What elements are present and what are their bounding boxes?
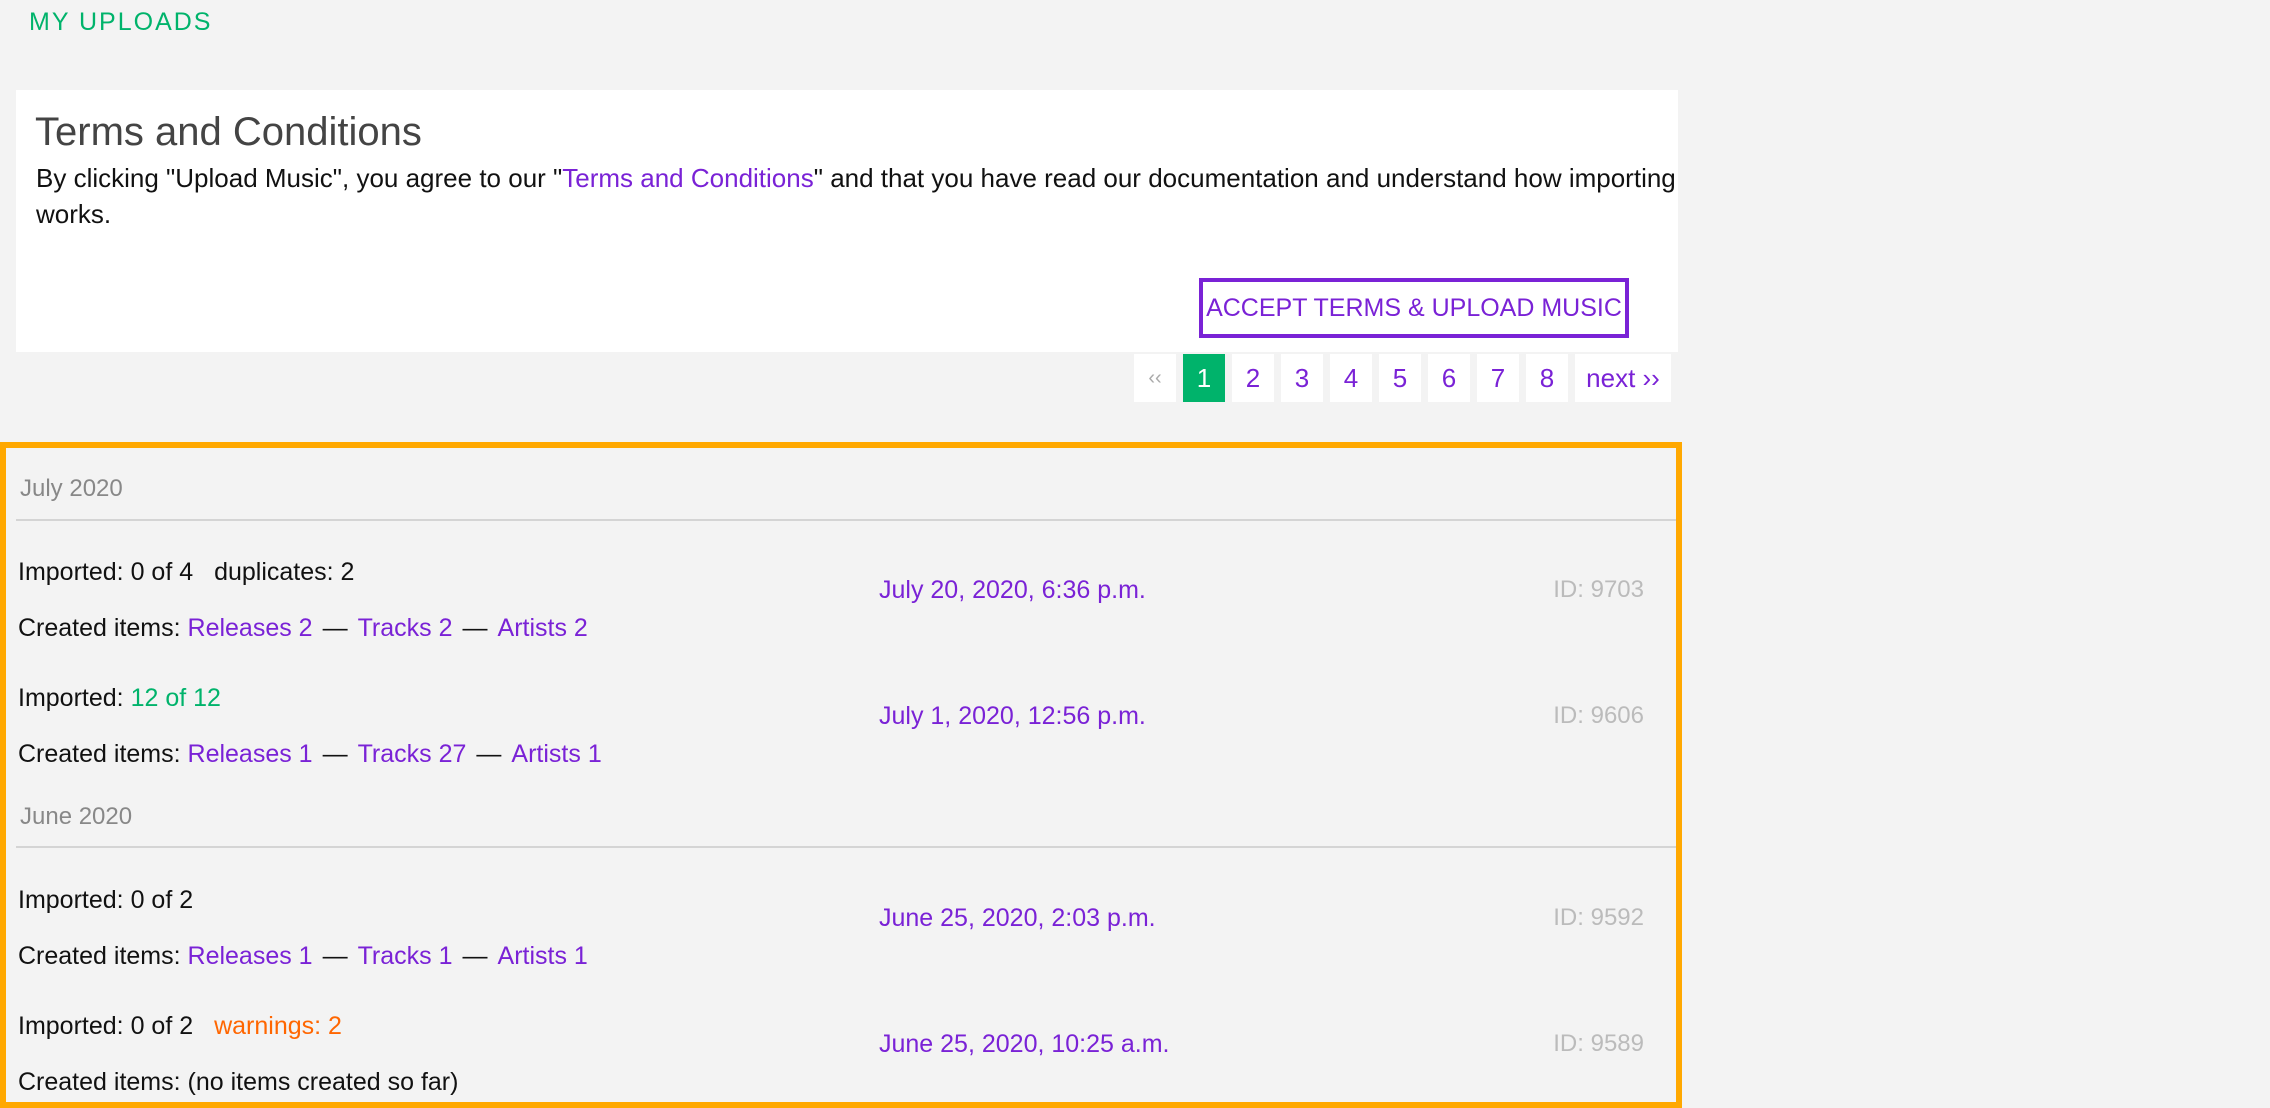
imported-value: 0 of 4 <box>130 558 194 586</box>
imported-label: Imported: <box>18 1012 124 1040</box>
pagination-page-5[interactable]: 5 <box>1379 354 1421 402</box>
releases-link[interactable]: Releases 2 <box>188 614 313 642</box>
upload-created-line: Created items: Releases 2 — Tracks 2 — Artis… <box>18 614 588 643</box>
upload-date-link[interactable]: June 25, 2020, 10:25 a.m. <box>879 1030 1170 1059</box>
month-divider <box>16 846 1676 848</box>
dash-separator: — <box>462 942 488 970</box>
upload-imported-line: Imported: 0 of 2 warnings: 2 <box>18 1012 342 1041</box>
upload-created-line: Created items: Releases 1 — Tracks 27 — Arti… <box>18 740 602 769</box>
upload-id: ID: 9589 <box>1553 1030 1644 1057</box>
imported-value: 0 of 2 <box>130 1012 194 1040</box>
accept-terms-upload-button[interactable]: ACCEPT TERMS & UPLOAD MUSIC <box>1199 278 1629 338</box>
created-label: Created items: <box>18 614 181 642</box>
imported-label: Imported: <box>18 684 124 712</box>
upload-imported-line: Imported: 12 of 12 <box>18 684 221 713</box>
artists-link[interactable]: Artists 2 <box>498 614 588 642</box>
upload-id: ID: 9703 <box>1553 576 1644 603</box>
month-header: July 2020 <box>20 475 123 502</box>
upload-created-line: Created items: (no items created so far) <box>18 1068 458 1097</box>
upload-date-link[interactable]: July 20, 2020, 6:36 p.m. <box>879 576 1146 605</box>
dash-separator: — <box>322 942 348 970</box>
upload-date-link[interactable]: July 1, 2020, 12:56 p.m. <box>879 702 1146 731</box>
duplicates-label: duplicates: 2 <box>214 558 355 586</box>
warnings-label: warnings: 2 <box>214 1012 342 1040</box>
upload-id: ID: 9592 <box>1553 904 1644 931</box>
tracks-link[interactable]: Tracks 27 <box>358 740 467 768</box>
upload-imported-line: Imported: 0 of 4 duplicates: 2 <box>18 558 354 587</box>
imported-value: 0 of 2 <box>130 886 194 914</box>
dash-separator: — <box>462 614 488 642</box>
pagination: ‹‹ 1 2 3 4 5 6 7 8 next ›› <box>1134 354 1671 402</box>
created-label: Created items: <box>18 1068 181 1096</box>
upload-created-line: Created items: Releases 1 — Tracks 1 — Artis… <box>18 942 588 971</box>
month-divider <box>16 519 1676 521</box>
tracks-link[interactable]: Tracks 1 <box>358 942 453 970</box>
created-none: (no items created so far) <box>187 1068 459 1096</box>
releases-link[interactable]: Releases 1 <box>188 740 313 768</box>
imported-label: Imported: <box>18 558 124 586</box>
imported-label: Imported: <box>18 886 124 914</box>
terms-text: By clicking "Upload Music", you agree to… <box>36 160 1676 232</box>
terms-card: Terms and Conditions By clicking "Upload… <box>16 90 1678 352</box>
page-title: MY UPLOADS <box>29 8 213 36</box>
dash-separator: — <box>322 614 348 642</box>
upload-imported-line: Imported: 0 of 2 <box>18 886 193 915</box>
pagination-page-4[interactable]: 4 <box>1330 354 1372 402</box>
releases-link[interactable]: Releases 1 <box>188 942 313 970</box>
pagination-next[interactable]: next ›› <box>1575 354 1671 402</box>
uploads-list: July 2020 Imported: 0 of 4 duplicates: 2… <box>0 442 1682 1108</box>
dash-separator: — <box>476 740 502 768</box>
dash-separator: — <box>322 740 348 768</box>
created-label: Created items: <box>18 740 181 768</box>
pagination-page-7[interactable]: 7 <box>1477 354 1519 402</box>
terms-link[interactable]: Terms and Conditions <box>562 163 813 193</box>
pagination-page-2[interactable]: 2 <box>1232 354 1274 402</box>
upload-date-link[interactable]: June 25, 2020, 2:03 p.m. <box>879 904 1156 933</box>
created-label: Created items: <box>18 942 181 970</box>
upload-id: ID: 9606 <box>1553 702 1644 729</box>
terms-title: Terms and Conditions <box>35 110 422 154</box>
pagination-prev[interactable]: ‹‹ <box>1134 354 1176 402</box>
pagination-page-6[interactable]: 6 <box>1428 354 1470 402</box>
pagination-page-3[interactable]: 3 <box>1281 354 1323 402</box>
artists-link[interactable]: Artists 1 <box>498 942 588 970</box>
tracks-link[interactable]: Tracks 2 <box>358 614 453 642</box>
pagination-page-8[interactable]: 8 <box>1526 354 1568 402</box>
month-header: June 2020 <box>20 803 133 830</box>
imported-value: 12 of 12 <box>130 684 221 712</box>
artists-link[interactable]: Artists 1 <box>511 740 601 768</box>
terms-text-before: By clicking "Upload Music", you agree to… <box>36 163 563 193</box>
pagination-page-1[interactable]: 1 <box>1183 354 1225 402</box>
